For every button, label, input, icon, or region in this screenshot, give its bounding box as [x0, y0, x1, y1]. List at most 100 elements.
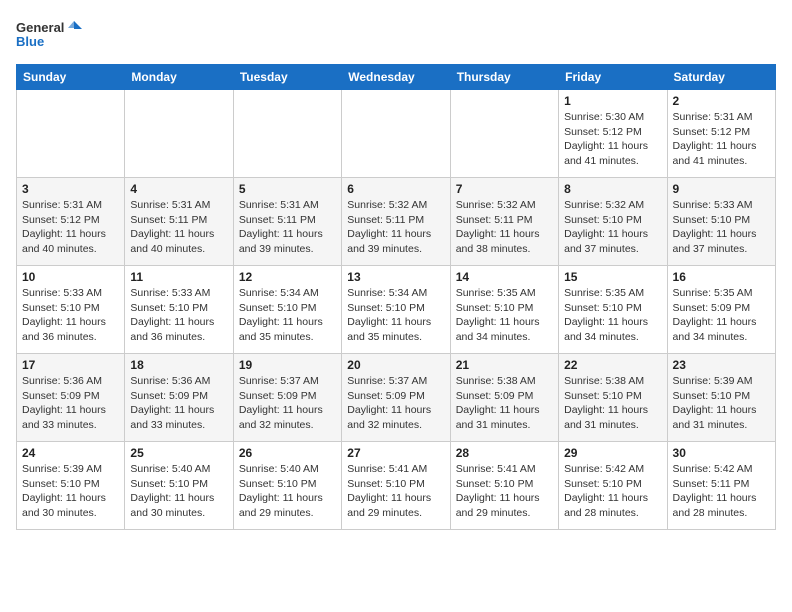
day-number: 26	[239, 446, 336, 460]
calendar-cell: 23 Sunrise: 5:39 AMSunset: 5:10 PMDayligh…	[667, 354, 775, 442]
day-info: Sunrise: 5:39 AMSunset: 5:10 PMDaylight:…	[22, 462, 119, 521]
calendar-cell: 6 Sunrise: 5:32 AMSunset: 5:11 PMDaylight…	[342, 178, 450, 266]
calendar-cell: 26 Sunrise: 5:40 AMSunset: 5:10 PMDayligh…	[233, 442, 341, 530]
day-info: Sunrise: 5:31 AMSunset: 5:12 PMDaylight:…	[22, 198, 119, 257]
calendar-cell	[125, 90, 233, 178]
day-number: 4	[130, 182, 227, 196]
calendar-cell: 22Sunrise: 5:38 AMSunset: 5:10 PMDayligh…	[559, 354, 667, 442]
day-info: Sunrise: 5:42 AMSunset: 5:10 PMDaylight:…	[564, 462, 661, 521]
day-number: 2	[673, 94, 770, 108]
calendar-cell: 30 Sunrise: 5:42 AMSunset: 5:11 PMDayligh…	[667, 442, 775, 530]
column-header-wednesday: Wednesday	[342, 65, 450, 90]
calendar-header-row: SundayMondayTuesdayWednesdayThursdayFrid…	[17, 65, 776, 90]
day-info: Sunrise: 5:40 AMSunset: 5:10 PMDaylight:…	[239, 462, 336, 521]
calendar-cell: 11 Sunrise: 5:33 AMSunset: 5:10 PMDayligh…	[125, 266, 233, 354]
day-number: 13	[347, 270, 444, 284]
day-number: 3	[22, 182, 119, 196]
day-number: 6	[347, 182, 444, 196]
day-info: Sunrise: 5:40 AMSunset: 5:10 PMDaylight:…	[130, 462, 227, 521]
week-row-3: 10 Sunrise: 5:33 AMSunset: 5:10 PMDayligh…	[17, 266, 776, 354]
day-info: Sunrise: 5:35 AMSunset: 5:10 PMDaylight:…	[456, 286, 553, 345]
day-number: 18	[130, 358, 227, 372]
column-header-tuesday: Tuesday	[233, 65, 341, 90]
calendar-cell: 14 Sunrise: 5:35 AMSunset: 5:10 PMDayligh…	[450, 266, 558, 354]
header: General Blue	[16, 16, 776, 56]
day-number: 23	[673, 358, 770, 372]
logo-svg: General Blue	[16, 16, 86, 56]
day-number: 27	[347, 446, 444, 460]
calendar-cell: 5 Sunrise: 5:31 AMSunset: 5:11 PMDaylight…	[233, 178, 341, 266]
calendar-cell: 27Sunrise: 5:41 AMSunset: 5:10 PMDayligh…	[342, 442, 450, 530]
day-number: 21	[456, 358, 553, 372]
day-info: Sunrise: 5:36 AMSunset: 5:09 PMDaylight:…	[130, 374, 227, 433]
day-number: 10	[22, 270, 119, 284]
day-number: 28	[456, 446, 553, 460]
day-number: 19	[239, 358, 336, 372]
logo: General Blue	[16, 16, 86, 56]
day-info: Sunrise: 5:33 AMSunset: 5:10 PMDaylight:…	[130, 286, 227, 345]
day-number: 24	[22, 446, 119, 460]
column-header-saturday: Saturday	[667, 65, 775, 90]
day-info: Sunrise: 5:33 AMSunset: 5:10 PMDaylight:…	[673, 198, 770, 257]
column-header-thursday: Thursday	[450, 65, 558, 90]
calendar-cell	[342, 90, 450, 178]
day-info: Sunrise: 5:31 AMSunset: 5:11 PMDaylight:…	[239, 198, 336, 257]
day-info: Sunrise: 5:35 AMSunset: 5:09 PMDaylight:…	[673, 286, 770, 345]
calendar-cell: 7 Sunrise: 5:32 AMSunset: 5:11 PMDaylight…	[450, 178, 558, 266]
day-info: Sunrise: 5:31 AMSunset: 5:11 PMDaylight:…	[130, 198, 227, 257]
day-info: Sunrise: 5:36 AMSunset: 5:09 PMDaylight:…	[22, 374, 119, 433]
day-info: Sunrise: 5:39 AMSunset: 5:10 PMDaylight:…	[673, 374, 770, 433]
calendar-table: SundayMondayTuesdayWednesdayThursdayFrid…	[16, 64, 776, 530]
week-row-5: 24 Sunrise: 5:39 AMSunset: 5:10 PMDayligh…	[17, 442, 776, 530]
day-info: Sunrise: 5:42 AMSunset: 5:11 PMDaylight:…	[673, 462, 770, 521]
calendar-cell: 25 Sunrise: 5:40 AMSunset: 5:10 PMDayligh…	[125, 442, 233, 530]
calendar-cell: 16 Sunrise: 5:35 AMSunset: 5:09 PMDayligh…	[667, 266, 775, 354]
day-number: 12	[239, 270, 336, 284]
day-number: 5	[239, 182, 336, 196]
calendar-cell	[17, 90, 125, 178]
day-number: 11	[130, 270, 227, 284]
week-row-2: 3 Sunrise: 5:31 AMSunset: 5:12 PMDaylight…	[17, 178, 776, 266]
day-number: 7	[456, 182, 553, 196]
day-number: 25	[130, 446, 227, 460]
week-row-1: 1Sunrise: 5:30 AMSunset: 5:12 PMDaylight…	[17, 90, 776, 178]
day-info: Sunrise: 5:41 AMSunset: 5:10 PMDaylight:…	[456, 462, 553, 521]
calendar-cell: 28 Sunrise: 5:41 AMSunset: 5:10 PMDayligh…	[450, 442, 558, 530]
day-number: 9	[673, 182, 770, 196]
calendar-cell: 8 Sunrise: 5:32 AMSunset: 5:10 PMDaylight…	[559, 178, 667, 266]
column-header-friday: Friday	[559, 65, 667, 90]
day-info: Sunrise: 5:37 AMSunset: 5:09 PMDaylight:…	[347, 374, 444, 433]
calendar-cell: 29Sunrise: 5:42 AMSunset: 5:10 PMDayligh…	[559, 442, 667, 530]
day-number: 15	[564, 270, 661, 284]
calendar-cell: 20 Sunrise: 5:37 AMSunset: 5:09 PMDayligh…	[342, 354, 450, 442]
calendar-cell: 9 Sunrise: 5:33 AMSunset: 5:10 PMDaylight…	[667, 178, 775, 266]
day-info: Sunrise: 5:33 AMSunset: 5:10 PMDaylight:…	[22, 286, 119, 345]
day-info: Sunrise: 5:34 AMSunset: 5:10 PMDaylight:…	[347, 286, 444, 345]
day-info: Sunrise: 5:38 AMSunset: 5:09 PMDaylight:…	[456, 374, 553, 433]
calendar-cell: 19 Sunrise: 5:37 AMSunset: 5:09 PMDayligh…	[233, 354, 341, 442]
day-info: Sunrise: 5:32 AMSunset: 5:10 PMDaylight:…	[564, 198, 661, 257]
calendar-cell: 13 Sunrise: 5:34 AMSunset: 5:10 PMDayligh…	[342, 266, 450, 354]
calendar-cell: 3 Sunrise: 5:31 AMSunset: 5:12 PMDaylight…	[17, 178, 125, 266]
week-row-4: 17Sunrise: 5:36 AMSunset: 5:09 PMDayligh…	[17, 354, 776, 442]
day-number: 14	[456, 270, 553, 284]
day-number: 8	[564, 182, 661, 196]
day-info: Sunrise: 5:30 AMSunset: 5:12 PMDaylight:…	[564, 110, 661, 169]
day-info: Sunrise: 5:31 AMSunset: 5:12 PMDaylight:…	[673, 110, 770, 169]
day-number: 22	[564, 358, 661, 372]
calendar-cell: 18 Sunrise: 5:36 AMSunset: 5:09 PMDayligh…	[125, 354, 233, 442]
day-info: Sunrise: 5:32 AMSunset: 5:11 PMDaylight:…	[347, 198, 444, 257]
day-info: Sunrise: 5:34 AMSunset: 5:10 PMDaylight:…	[239, 286, 336, 345]
day-number: 20	[347, 358, 444, 372]
calendar-cell: 2 Sunrise: 5:31 AMSunset: 5:12 PMDaylight…	[667, 90, 775, 178]
calendar-cell: 15Sunrise: 5:35 AMSunset: 5:10 PMDayligh…	[559, 266, 667, 354]
day-number: 30	[673, 446, 770, 460]
day-number: 16	[673, 270, 770, 284]
day-info: Sunrise: 5:32 AMSunset: 5:11 PMDaylight:…	[456, 198, 553, 257]
calendar-cell: 1Sunrise: 5:30 AMSunset: 5:12 PMDaylight…	[559, 90, 667, 178]
svg-text:Blue: Blue	[16, 34, 44, 49]
calendar-cell: 17Sunrise: 5:36 AMSunset: 5:09 PMDayligh…	[17, 354, 125, 442]
calendar-cell: 24 Sunrise: 5:39 AMSunset: 5:10 PMDayligh…	[17, 442, 125, 530]
column-header-monday: Monday	[125, 65, 233, 90]
day-info: Sunrise: 5:37 AMSunset: 5:09 PMDaylight:…	[239, 374, 336, 433]
